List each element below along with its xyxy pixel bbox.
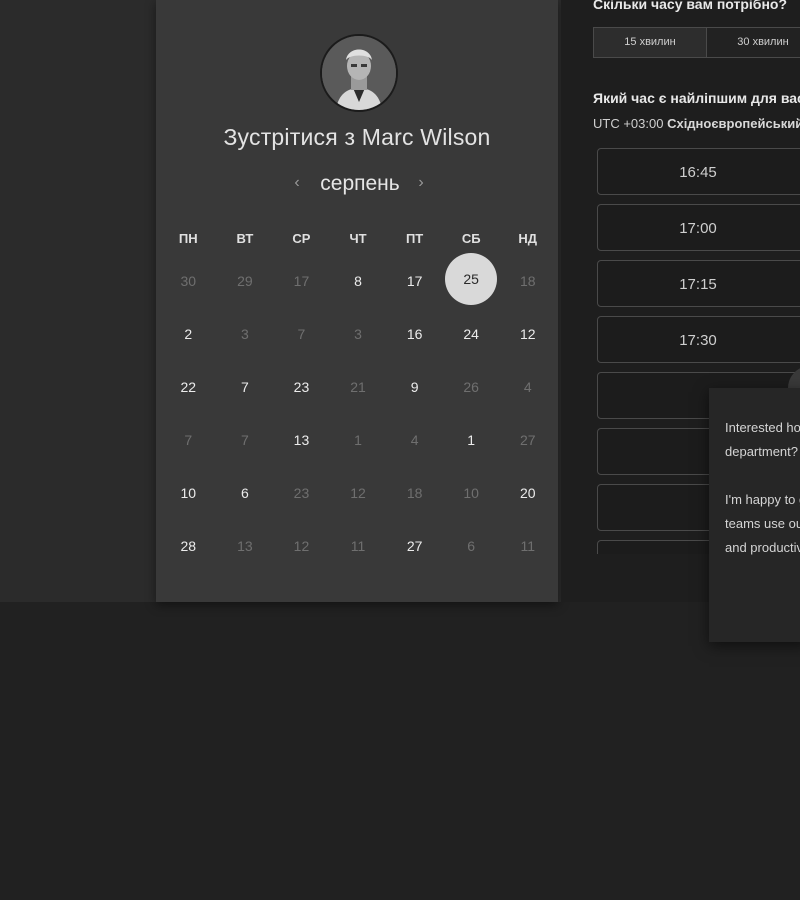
calendar-day: 7 [297,325,306,342]
calendar-day: 4 [410,431,419,448]
calendar-day: 27 [519,431,536,448]
duration-30-button[interactable]: 30 хвилин [707,27,800,58]
chat-paragraph: I'm happy to give you insight into how t… [725,492,800,555]
time-slot-button[interactable]: 17:15 [597,260,800,307]
weekday-label: ЧТ [349,230,367,246]
calendar-day[interactable]: 9 [386,379,443,395]
calendar-day[interactable]: 6 [217,485,274,501]
calendar-day[interactable]: 7 [217,379,274,395]
calendar-day[interactable]: 17 [386,273,443,289]
weekday-header: ПН ВТ СР ЧТ ПТ СБ НД [160,222,556,254]
calendar-day: 7 [240,431,249,448]
timezone-name[interactable]: Східноєвропейський час [667,116,800,131]
timezone-label: UTC +03:00 Східноєвропейський час [593,116,800,131]
calendar-day[interactable]: 23 [273,379,330,395]
month-navigation: ‹ серпень › [290,170,430,200]
calendar-day: 11 [520,537,536,554]
calendar-day[interactable]: 8 [330,273,387,289]
time-question: Який час є найліпшим для вас? [593,90,800,106]
selected-day-label: 25 [445,252,498,305]
calendar-day[interactable]: 28 [160,538,217,554]
timezone-offset: UTC +03:00 [593,116,664,131]
duration-selector: 15 хвилин 30 хвилин [593,27,800,58]
calendar-day: 6 [467,537,476,554]
person-photo-icon [322,36,396,110]
meeting-title: Зустрітися з Marc Wilson [223,124,491,150]
calendar-day[interactable]: 12 [499,326,556,342]
calendar-day: 26 [463,378,479,395]
calendar-week: 10 6 23 12 18 10 20 [160,466,556,519]
calendar-day: 3 [240,325,249,342]
calendar-day[interactable]: 27 [386,538,443,554]
calendar-day: 12 [293,537,310,554]
calendar-day: 11 [350,537,366,554]
chat-paragraph: Interested how your Management departmen… [725,420,800,459]
chat-message: Interested how your Management departmen… [725,416,800,584]
weekday-label: СР [292,230,311,246]
calendar-day[interactable]: 22 [160,379,217,395]
time-slot-button[interactable]: 17:00 [597,204,800,251]
calendar-day[interactable]: 24 [443,326,500,342]
calendar-day: 4 [523,378,532,395]
weekday-label: СБ [461,230,481,246]
calendar-week: 22 7 23 21 9 26 4 [160,360,556,413]
calendar-day: 13 [237,537,253,554]
calendar-week: 7 7 13 1 4 1 27 [160,413,556,466]
host-avatar [320,34,398,112]
calendar-grid: ПН ВТ СР ЧТ ПТ СБ НД 30 29 17 8 17 25 18… [160,222,556,572]
duration-question: Скільки часу вам потрібно? [593,0,788,12]
calendar-day: 12 [350,484,366,501]
chevron-right-icon[interactable]: › [414,174,428,194]
calendar-day: 3 [354,325,362,342]
calendar-week: 28 13 12 11 27 6 11 [160,519,556,572]
calendar-day[interactable]: 20 [499,485,556,501]
calendar-week: 2 3 7 3 16 24 12 [160,307,556,360]
month-label: серпень [320,172,400,195]
calendar-day: 23 [293,484,310,501]
calendar-day[interactable]: 2 [160,326,217,342]
weekday-label: ПТ [405,230,424,246]
weekday-label: ВТ [236,230,254,246]
calendar-day: 17 [293,272,310,289]
chat-popup: Interested how your Management departmen… [709,388,800,642]
calendar-day: 29 [237,272,253,289]
calendar-day[interactable]: 10 [160,485,217,501]
weekday-label: ПН [178,230,198,246]
calendar-day: 7 [184,431,193,448]
calendar-day[interactable]: 13 [273,432,330,448]
calendar-day: 21 [350,378,366,395]
calendar-day[interactable]: 16 [386,326,443,342]
duration-15-button[interactable]: 15 хвилин [593,27,707,58]
calendar-week: 30 29 17 8 17 25 18 [160,252,556,307]
calendar-day[interactable]: 1 [443,432,500,448]
time-slot-button[interactable]: 16:45 [597,148,800,195]
calendar-day-selected[interactable]: 25 [443,252,500,305]
chevron-left-icon[interactable]: ‹ [290,174,304,194]
calendar-day: 18 [519,272,536,289]
calendar-day: 1 [354,431,362,448]
calendar-day: 18 [406,484,423,501]
weekday-label: НД [518,230,538,246]
calendar-day: 30 [180,272,197,289]
time-slot-button[interactable]: 17:30 [597,316,800,363]
calendar-day: 10 [463,484,479,501]
